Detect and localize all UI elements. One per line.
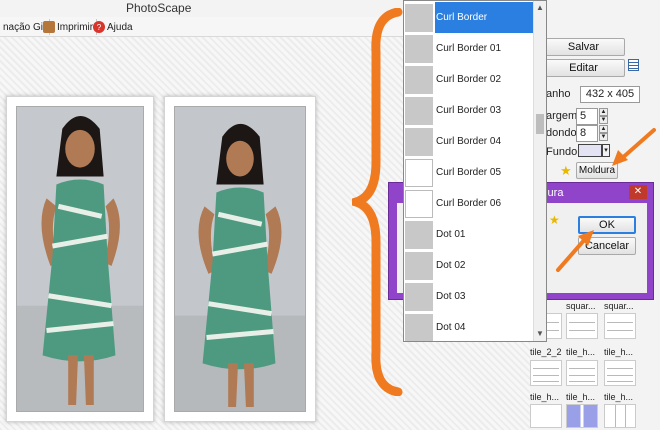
list-item-label: Curl Border 04 — [436, 136, 502, 147]
list-item-label: Dot 04 — [436, 322, 466, 333]
thumbnail-label: tile_h... — [566, 392, 596, 402]
margin-label: argem — [546, 110, 578, 122]
list-item-label: Dot 03 — [436, 291, 466, 302]
list-item-label: Curl Border 02 — [436, 74, 502, 85]
size-label: anho — [546, 88, 571, 100]
thumbnail-label: tile_h... — [530, 392, 560, 402]
frame-preview — [405, 283, 433, 311]
frame-preview — [405, 35, 433, 63]
margin-stepper[interactable]: ▲ ▼ — [599, 108, 608, 124]
background-color-swatch[interactable] — [578, 144, 602, 157]
edit-button[interactable]: Editar — [542, 59, 625, 77]
frame-thumbnail[interactable] — [566, 313, 598, 339]
frame-thumbnail[interactable] — [566, 360, 598, 386]
list-item[interactable]: Dot 02 — [404, 250, 534, 281]
frame-thumbnail[interactable] — [604, 404, 636, 428]
list-item[interactable]: Curl Border 06 — [404, 188, 534, 219]
list-item[interactable]: Dot 03 — [404, 281, 534, 312]
list-item[interactable]: Curl Border 05 — [404, 157, 534, 188]
list-item-label: Dot 01 — [436, 229, 466, 240]
frame-preview — [405, 159, 433, 187]
frame-preview — [405, 4, 433, 32]
close-icon[interactable]: ✕ — [629, 185, 647, 199]
frame-thumbnail[interactable] — [530, 360, 562, 386]
dropdown-scrollbar[interactable]: ▲ ▼ — [533, 1, 546, 341]
scroll-down-icon[interactable]: ▼ — [534, 328, 546, 340]
frame-thumbnail[interactable] — [604, 360, 636, 386]
list-item-label: Dot 02 — [436, 260, 466, 271]
frame-preview — [405, 128, 433, 156]
list-item[interactable]: Curl Border — [404, 2, 534, 33]
list-item-label: Curl Border — [435, 2, 534, 33]
background-label: Fundo — [546, 146, 578, 158]
frame-thumbnail[interactable] — [566, 404, 598, 428]
list-item-label: Curl Border 05 — [436, 167, 502, 178]
annotation-arrow — [556, 230, 594, 272]
round-label: dondo — [546, 127, 577, 139]
toolbar-item-help[interactable]: ? Ajuda — [90, 19, 136, 35]
frame-preview — [405, 314, 433, 341]
frame-preview — [405, 66, 433, 94]
list-item-label: Curl Border 03 — [436, 105, 502, 116]
thumbnail-label: tile_h... — [604, 347, 634, 357]
photo-image — [16, 106, 144, 412]
help-icon: ? — [93, 21, 105, 33]
thumbnail-label: tile_h... — [566, 347, 596, 357]
annotation-brace — [352, 8, 403, 396]
printer-icon — [43, 21, 55, 33]
list-item-label: Curl Border 01 — [436, 43, 502, 54]
frame-preview — [405, 252, 433, 280]
list-item[interactable]: Curl Border 02 — [404, 64, 534, 95]
thumbnail-label: squar... — [566, 301, 596, 311]
frame-preview — [405, 221, 433, 249]
scroll-up-icon[interactable]: ▲ — [534, 2, 546, 14]
margin-input[interactable]: 5 — [576, 108, 598, 125]
menu-list-icon[interactable] — [628, 59, 639, 71]
frame-preview — [405, 97, 433, 125]
toolbar-item-print[interactable]: Imprimir — [40, 19, 98, 35]
list-item[interactable]: Curl Border 04 — [404, 126, 534, 157]
frame-thumbnail[interactable] — [530, 404, 562, 428]
list-item[interactable]: Curl Border 01 — [404, 33, 534, 64]
round-input[interactable]: 8 — [576, 125, 598, 142]
frame-style-dropdown[interactable]: Curl Border Curl Border 01 Curl Border 0… — [403, 0, 547, 342]
list-item[interactable]: Dot 01 — [404, 219, 534, 250]
list-item[interactable]: Curl Border 03 — [404, 95, 534, 126]
list-item[interactable]: Dot 04 — [404, 312, 534, 341]
save-button[interactable]: Salvar — [542, 38, 625, 56]
photo-right[interactable] — [164, 96, 316, 422]
thumbnail-label: squar... — [604, 301, 634, 311]
list-item-label: Curl Border 06 — [436, 198, 502, 209]
size-field: 432 x 405 — [580, 86, 640, 103]
thumbnail-label: tile_h... — [604, 392, 634, 402]
annotation-arrow — [612, 128, 656, 166]
frame-thumbnail[interactable] — [604, 313, 636, 339]
photo-left[interactable] — [6, 96, 154, 422]
star-icon: ★ — [560, 163, 572, 178]
scrollbar-thumb[interactable] — [536, 114, 544, 134]
thumbnail-label: tile_2_2 — [530, 347, 562, 357]
toolbar-item-label: Ajuda — [107, 21, 133, 33]
photo-image — [174, 106, 306, 412]
window-title: PhotoScape — [126, 1, 192, 15]
toolbar-item-label: Imprimir — [57, 21, 94, 33]
frame-preview — [405, 190, 433, 218]
